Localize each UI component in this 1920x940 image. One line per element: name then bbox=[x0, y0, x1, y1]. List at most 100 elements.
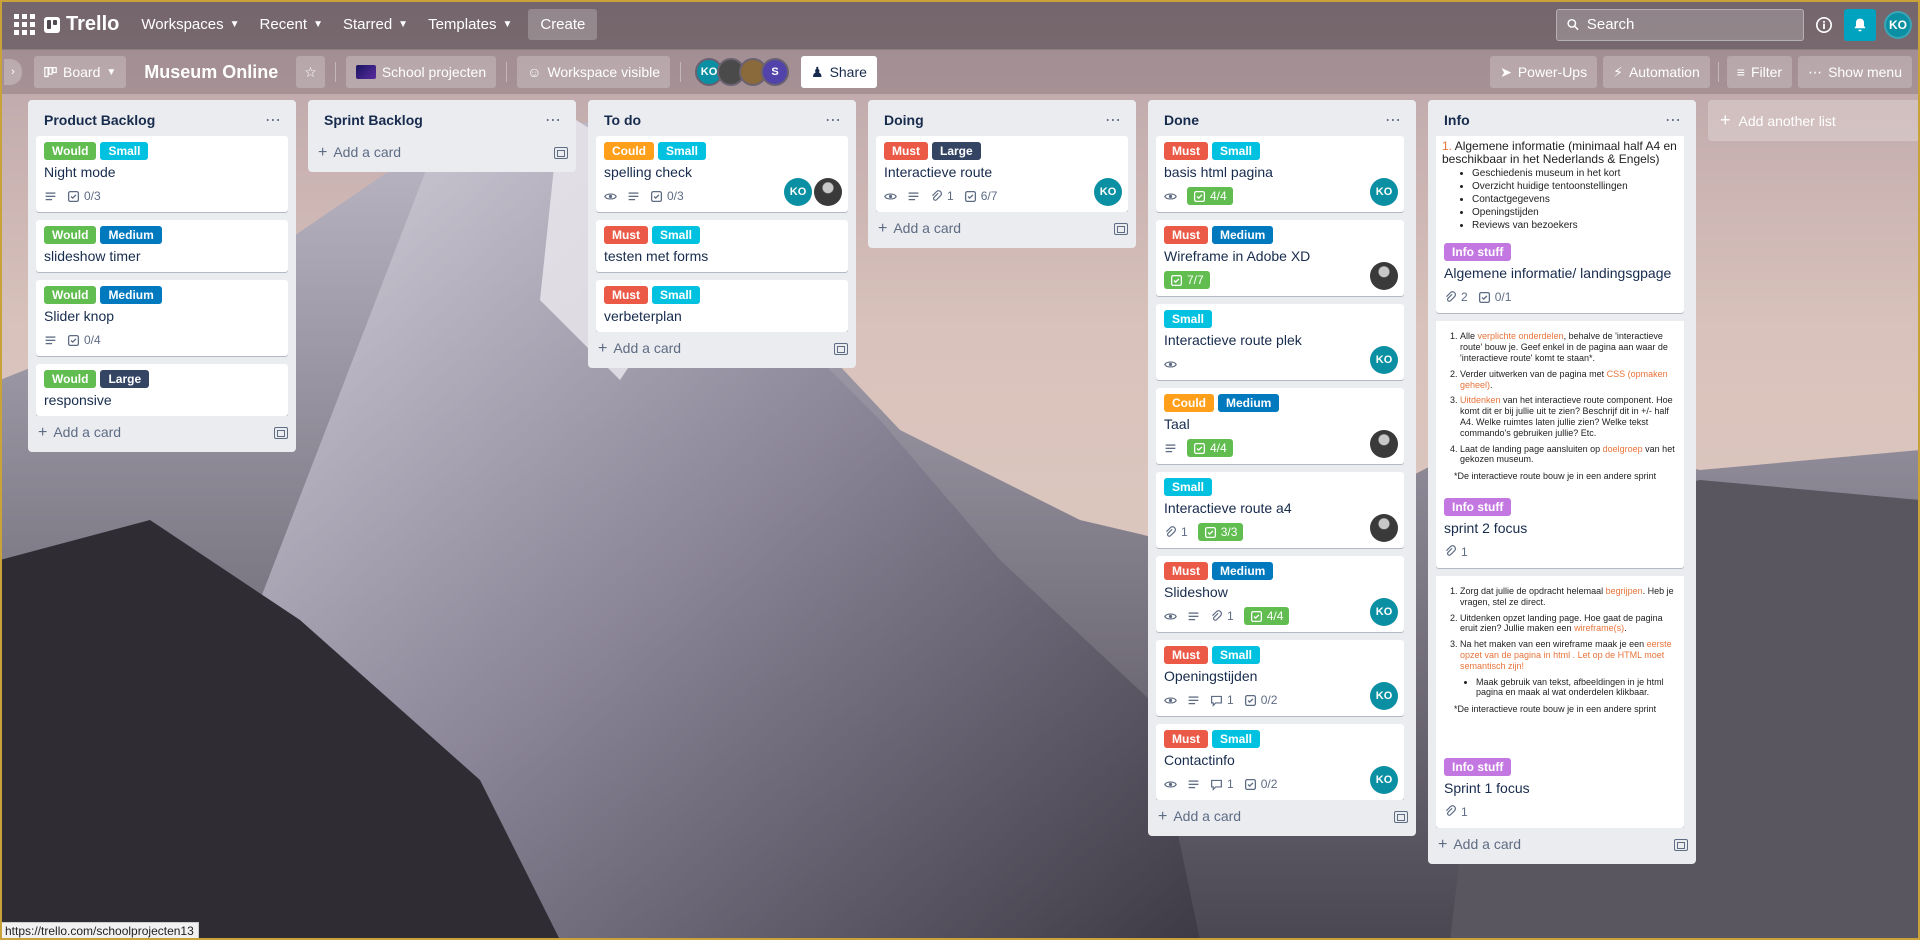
list-menu-icon[interactable]: ⋯ bbox=[819, 110, 848, 130]
card-label[interactable]: Medium bbox=[1212, 226, 1274, 244]
add-another-list-button[interactable]: + Add another list bbox=[1708, 100, 1920, 141]
card-label[interactable]: Small bbox=[1164, 310, 1213, 328]
app-switcher-icon[interactable] bbox=[12, 13, 36, 37]
card-label[interactable]: Would bbox=[44, 370, 97, 388]
create-button[interactable]: Create bbox=[528, 9, 598, 40]
member-avatar[interactable]: KO bbox=[1370, 598, 1398, 626]
card[interactable]: Must Small verbeterplan bbox=[596, 280, 848, 332]
create-from-template-icon[interactable] bbox=[274, 427, 288, 439]
add-card-button[interactable]: + Add a card bbox=[1428, 828, 1696, 864]
card-label[interactable]: Small bbox=[1212, 730, 1261, 748]
member-avatar[interactable]: KO bbox=[784, 178, 812, 206]
add-card-button[interactable]: + Add a card bbox=[28, 416, 296, 452]
member-photo-avatar[interactable] bbox=[1370, 430, 1398, 458]
member-avatar[interactable]: KO bbox=[1370, 766, 1398, 794]
list-menu-icon[interactable]: ⋯ bbox=[259, 110, 288, 130]
board-view-switcher[interactable]: Board ▼ bbox=[34, 56, 127, 88]
card[interactable]: Would Medium Slider knop 0/4 bbox=[36, 280, 288, 356]
card[interactable]: Could Small spelling check 0/3 KO bbox=[596, 136, 848, 212]
card[interactable]: Would Large responsive bbox=[36, 364, 288, 416]
list-menu-icon[interactable]: ⋯ bbox=[539, 110, 568, 130]
filter-button[interactable]: ≡ Filter bbox=[1726, 56, 1793, 88]
add-card-button[interactable]: + Add a card bbox=[308, 136, 576, 172]
card[interactable]: 1. Algemene informatie (minimaal half A4… bbox=[1436, 136, 1684, 314]
list-title[interactable]: Doing bbox=[884, 112, 924, 128]
create-from-template-icon[interactable] bbox=[1394, 811, 1408, 823]
card[interactable]: Would Medium slideshow timer bbox=[36, 220, 288, 272]
card-label[interactable]: Would bbox=[44, 226, 97, 244]
card-label[interactable]: Would bbox=[44, 286, 97, 304]
card[interactable]: Must Small Openingstijden 1 0/2 KO bbox=[1156, 640, 1404, 716]
create-from-template-icon[interactable] bbox=[1674, 838, 1688, 851]
card-label[interactable]: Small bbox=[1164, 478, 1213, 496]
member-avatar[interactable]: KO bbox=[1370, 346, 1398, 374]
member-photo-avatar[interactable] bbox=[814, 178, 842, 206]
card-label[interactable]: Must bbox=[1164, 142, 1208, 160]
card-label[interactable]: Could bbox=[1164, 394, 1214, 412]
add-card-button[interactable]: + Add a card bbox=[588, 332, 856, 368]
list-menu-icon[interactable]: ⋯ bbox=[1379, 110, 1408, 130]
trello-logo[interactable]: Trello bbox=[44, 13, 119, 36]
card-label[interactable]: Must bbox=[604, 286, 648, 304]
workspace-button[interactable]: School projecten bbox=[345, 56, 497, 88]
star-board-button[interactable]: ☆ bbox=[296, 56, 325, 88]
card-label[interactable]: Large bbox=[932, 142, 981, 160]
card[interactable]: Must Large Interactieve route 1 6/7 KO bbox=[876, 136, 1128, 212]
card-label[interactable]: Small bbox=[1212, 646, 1261, 664]
list-title[interactable]: Done bbox=[1164, 112, 1199, 128]
card-label[interactable]: Small bbox=[100, 142, 149, 160]
search-input[interactable] bbox=[1586, 16, 1793, 33]
member-avatar[interactable]: KO bbox=[1370, 682, 1398, 710]
create-from-template-icon[interactable] bbox=[554, 147, 568, 159]
card-label[interactable]: Info stuff bbox=[1444, 757, 1512, 776]
card-label[interactable]: Must bbox=[1164, 730, 1208, 748]
card[interactable]: Small Interactieve route a4 1 3/3 bbox=[1156, 472, 1404, 548]
add-card-button[interactable]: + Add a card bbox=[868, 212, 1136, 248]
user-avatar[interactable]: KO bbox=[1884, 10, 1912, 39]
card[interactable]: Must Medium Wireframe in Adobe XD 7/7 bbox=[1156, 220, 1404, 296]
add-card-button[interactable]: + Add a card bbox=[1148, 800, 1416, 836]
create-from-template-icon[interactable] bbox=[1114, 223, 1128, 235]
visibility-button[interactable]: ☺ Workspace visible bbox=[517, 56, 670, 88]
card-label[interactable]: Small bbox=[652, 286, 701, 304]
info-icon[interactable] bbox=[1812, 13, 1836, 37]
recent-menu[interactable]: Recent ▼ bbox=[250, 10, 333, 39]
card[interactable]: Alle verplichte onderdelen, behalve de '… bbox=[1436, 321, 1684, 568]
member-avatar[interactable]: KO bbox=[1370, 178, 1398, 206]
card[interactable]: Could Medium Taal 4/4 bbox=[1156, 388, 1404, 464]
card-label[interactable]: Could bbox=[604, 142, 654, 160]
list-title[interactable]: Product Backlog bbox=[44, 112, 155, 128]
member-avatar[interactable]: S bbox=[761, 58, 789, 86]
card-label[interactable]: Info stuff bbox=[1444, 497, 1512, 516]
powerups-button[interactable]: ➤ Power-Ups bbox=[1490, 56, 1598, 88]
list-title[interactable]: Info bbox=[1444, 112, 1470, 128]
templates-menu[interactable]: Templates ▼ bbox=[418, 10, 522, 39]
share-button[interactable]: ♟ Share bbox=[801, 56, 877, 88]
card-label[interactable]: Must bbox=[604, 226, 648, 244]
starred-menu[interactable]: Starred ▼ bbox=[333, 10, 418, 39]
list-title[interactable]: To do bbox=[604, 112, 641, 128]
list-menu-icon[interactable]: ⋯ bbox=[1659, 110, 1688, 130]
card-label[interactable]: Small bbox=[1212, 142, 1261, 160]
card[interactable]: Small Interactieve route plek KO bbox=[1156, 304, 1404, 380]
automation-button[interactable]: ⚡ Automation bbox=[1603, 56, 1710, 88]
card-label[interactable]: Small bbox=[658, 142, 707, 160]
show-menu-button[interactable]: ⋯ Show menu bbox=[1798, 56, 1912, 88]
card-label[interactable]: Medium bbox=[100, 286, 162, 304]
card[interactable]: Must Small Contactinfo 1 0/2 KO bbox=[1156, 724, 1404, 800]
card[interactable]: Would Small Night mode 0/3 bbox=[36, 136, 288, 212]
card-label[interactable]: Large bbox=[100, 370, 150, 388]
create-from-template-icon[interactable] bbox=[834, 343, 848, 355]
workspaces-menu[interactable]: Workspaces ▼ bbox=[131, 10, 249, 39]
member-photo-avatar[interactable] bbox=[1370, 514, 1398, 542]
card-label[interactable]: Medium bbox=[1218, 394, 1280, 412]
card[interactable]: Zorg dat jullie de opdracht helemaal beg… bbox=[1436, 575, 1684, 828]
card-label[interactable]: Must bbox=[884, 142, 928, 160]
list-menu-icon[interactable]: ⋯ bbox=[1099, 110, 1128, 130]
card-label[interactable]: Must bbox=[1164, 226, 1208, 244]
card-label[interactable]: Must bbox=[1164, 562, 1208, 580]
card-label[interactable]: Info stuff bbox=[1444, 243, 1512, 262]
sidebar-expand-icon[interactable]: › bbox=[4, 59, 22, 85]
member-photo-avatar[interactable] bbox=[1370, 262, 1398, 290]
card-label[interactable]: Medium bbox=[1212, 562, 1274, 580]
